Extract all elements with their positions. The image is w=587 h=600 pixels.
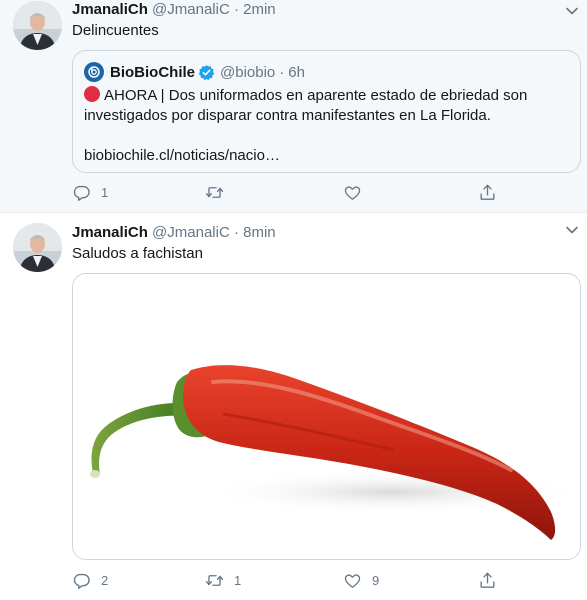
separator: · [233,1,239,18]
red-circle-icon [84,86,100,102]
reply-icon [73,573,90,589]
share-button[interactable] [478,570,497,590]
verified-badge-icon [198,64,215,80]
author-handle[interactable]: @JmanaliC [152,224,230,241]
biobio-logo-icon[interactable] [84,62,104,82]
chevron-down-icon[interactable] [565,223,579,237]
reply-button[interactable]: 2 [72,570,108,590]
author-handle[interactable]: @JmanaliC [152,1,230,18]
author-name[interactable]: JmanaliCh [72,1,148,18]
tweet[interactable]: JmanaliCh @JmanaliC · 8min Saludos a fac… [0,213,587,600]
retweet-button[interactable] [205,182,234,202]
tweet-text: Delincuentes [72,22,159,39]
timestamp[interactable]: 8min [243,224,276,241]
tweet-actions: 1 [72,182,572,202]
tweet-media-image[interactable] [72,273,581,560]
retweet-button[interactable]: 1 [205,570,241,590]
quoted-tweet[interactable]: BioBioChile @biobio · 6h AHORA | Dos uni… [72,50,581,173]
like-button[interactable] [343,182,372,202]
quoted-author-name[interactable]: BioBioChile [110,64,195,81]
retweet-count: 1 [234,572,242,588]
tweet-header: JmanaliCh @JmanaliC · 2min [72,0,276,20]
heart-icon [344,185,361,200]
share-button[interactable] [478,182,497,202]
reply-count: 1 [101,184,109,200]
reply-count: 2 [101,572,109,588]
separator: · [279,63,285,81]
reply-button[interactable]: 1 [72,182,108,202]
like-button[interactable]: 9 [343,570,379,590]
timestamp[interactable]: 2min [243,1,276,18]
quoted-tweet-header: BioBioChile @biobio · 6h [84,62,305,82]
share-icon [480,184,495,200]
chili-pepper-image [73,274,580,559]
reply-icon [73,185,90,201]
avatar[interactable] [13,1,62,50]
heart-icon [344,573,361,588]
tweet-text: Saludos a fachistan [72,245,203,262]
retweet-icon [205,186,224,198]
share-icon [480,572,495,588]
tweet-header: JmanaliCh @JmanaliC · 8min [72,223,276,243]
quoted-timestamp[interactable]: 6h [288,64,305,81]
quoted-author-handle[interactable]: @biobio [220,64,275,81]
quoted-text-content: AHORA | Dos uniformados en aparente esta… [84,87,528,124]
author-name[interactable]: JmanaliCh [72,224,148,241]
tweet[interactable]: JmanaliCh @JmanaliC · 2min Delincuentes … [0,0,587,212]
tweet-actions: 2 1 9 [72,570,572,590]
quoted-link[interactable]: biobiochile.cl/noticias/nacio… [84,146,280,166]
chevron-down-icon[interactable] [565,4,579,18]
quoted-tweet-text: AHORA | Dos uniformados en aparente esta… [84,86,574,126]
separator: · [233,224,239,241]
like-count: 9 [372,572,380,588]
retweet-icon [205,574,224,586]
avatar[interactable] [13,223,62,272]
